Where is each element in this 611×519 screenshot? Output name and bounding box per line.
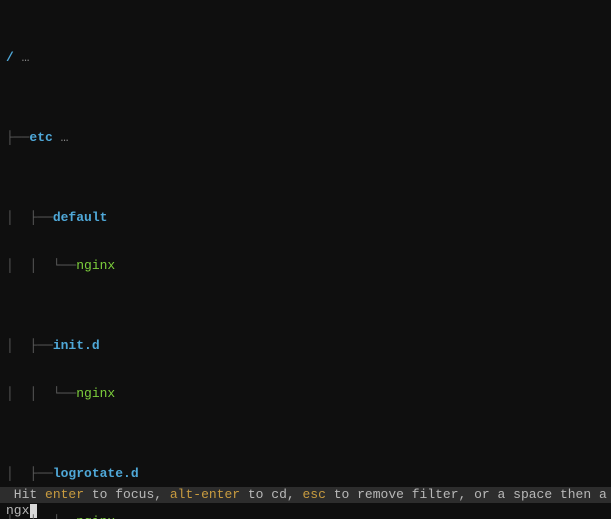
file-label: nginx	[76, 258, 115, 274]
tree-branch: │ ├──	[6, 210, 53, 226]
status-key-alt-enter: alt-enter	[170, 487, 240, 503]
status-text: to remove filter, or a space then a verb	[326, 487, 611, 503]
file-tree[interactable]: / … ├── etc … │ ├── default │ │ └── ngin…	[0, 0, 611, 487]
status-text: to cd,	[240, 487, 302, 503]
status-text: Hit	[6, 487, 45, 503]
status-key-enter: enter	[45, 487, 84, 503]
tree-branch: │ ├──	[6, 466, 53, 482]
status-text: to focus,	[84, 487, 170, 503]
dir-ellipsis: …	[53, 130, 69, 146]
file-label: nginx	[76, 514, 115, 519]
dir-label: init.d	[53, 338, 100, 354]
tree-dir-logrotated[interactable]: │ ├── logrotate.d	[6, 466, 611, 482]
tree-branch: │ │ └──	[6, 514, 76, 519]
tree-branch: │ │ └──	[6, 258, 76, 274]
terminal-viewport: / … ├── etc … │ ├── default │ │ └── ngin…	[0, 0, 611, 519]
file-label: nginx	[76, 386, 115, 402]
status-bar: Hit enter to focus, alt-enter to cd, esc…	[0, 487, 611, 503]
dir-label: logrotate.d	[53, 466, 139, 482]
tree-branch: │ │ └──	[6, 386, 76, 402]
tree-branch: ├──	[6, 130, 29, 146]
root-label: /	[6, 50, 14, 66]
tree-file-default-nginx[interactable]: │ │ └── nginx	[6, 258, 611, 274]
tree-dir-etc[interactable]: ├── etc …	[6, 130, 611, 146]
tree-branch: │ ├──	[6, 338, 53, 354]
dir-label: etc	[29, 130, 52, 146]
root-ellipsis: …	[14, 50, 30, 66]
tree-root[interactable]: / …	[6, 50, 611, 66]
dir-label: default	[53, 210, 108, 226]
tree-dir-default[interactable]: │ ├── default	[6, 210, 611, 226]
status-key-esc: esc	[303, 487, 326, 503]
tree-file-initd-nginx[interactable]: │ │ └── nginx	[6, 386, 611, 402]
tree-dir-initd[interactable]: │ ├── init.d	[6, 338, 611, 354]
